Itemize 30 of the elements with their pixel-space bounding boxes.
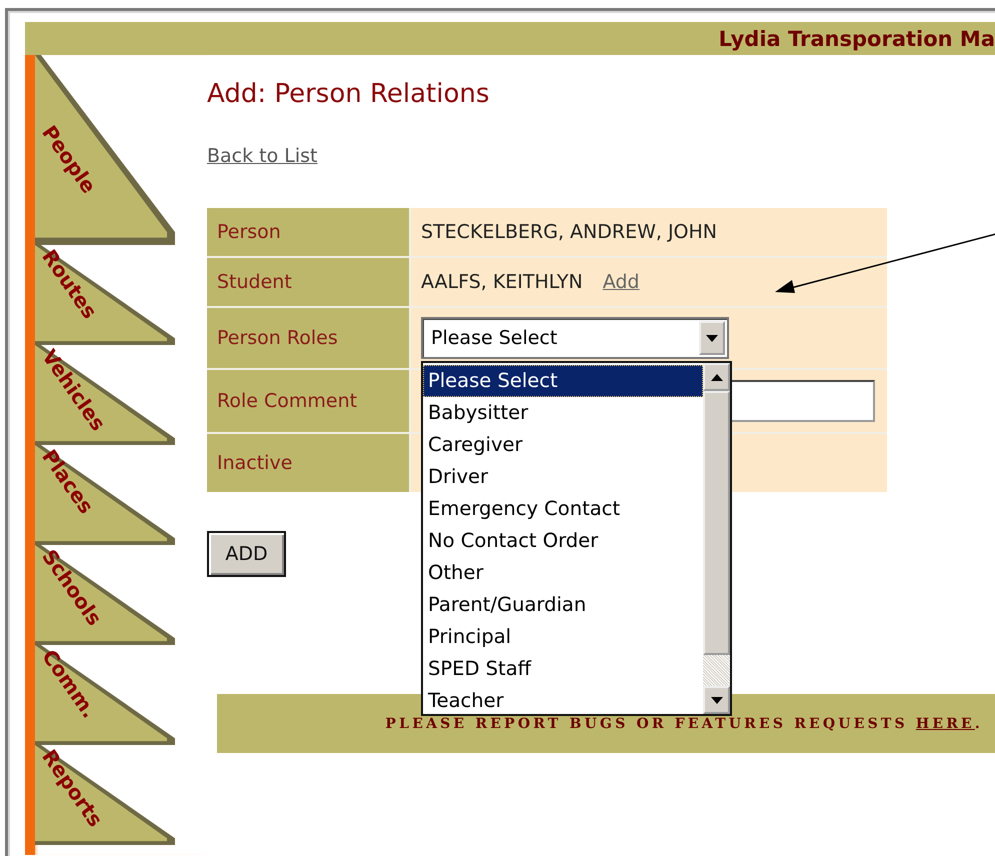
dropdown-option[interactable]: Please Select — [423, 365, 703, 397]
dropdown-option[interactable]: Babysitter — [423, 397, 703, 429]
dropdown-option[interactable]: SPED Staff — [423, 653, 703, 685]
dropdown-option[interactable]: Parent/Guardian — [423, 589, 703, 621]
field-label: Role Comment — [207, 370, 409, 432]
scroll-up-icon[interactable] — [703, 363, 730, 391]
role-dropdown[interactable]: Please Select — [421, 317, 729, 359]
dropdown-option[interactable]: Caregiver — [423, 429, 703, 461]
dropdown-option[interactable]: Other — [423, 557, 703, 589]
here-link[interactable]: HERE — [916, 716, 975, 732]
footer-text: PLEASE REPORT BUGS OR FEATURES REQUESTS HERE. — [385, 716, 983, 732]
dropdown-option[interactable]: No Contact Order — [423, 525, 703, 557]
dropdown-option[interactable]: Emergency Contact — [423, 493, 703, 525]
field-value: AALFS, KEITHLYN — [421, 271, 583, 293]
field-value: STECKELBERG, ANDREW, JOHN — [421, 221, 718, 243]
field-label: Inactive — [207, 434, 409, 492]
dropdown-option[interactable]: Driver — [423, 461, 703, 493]
field-label: Person Roles — [207, 308, 409, 368]
scroll-down-icon[interactable] — [703, 686, 730, 714]
dropdown-option[interactable]: Teacher — [423, 685, 703, 717]
field-label: Student — [207, 258, 409, 306]
back-link[interactable]: Back to List — [207, 144, 318, 168]
field-label: Person — [207, 208, 409, 256]
dropdown-option[interactable]: Principal — [423, 621, 703, 653]
add-button[interactable]: ADD — [207, 531, 286, 577]
app-title: Lydia Transporation Ma — [718, 26, 995, 50]
scroll-thumb[interactable] — [703, 391, 730, 655]
add-link[interactable]: Add — [602, 271, 640, 293]
scrollbar[interactable] — [703, 363, 730, 714]
page-title: Add: Person Relations — [207, 78, 490, 110]
